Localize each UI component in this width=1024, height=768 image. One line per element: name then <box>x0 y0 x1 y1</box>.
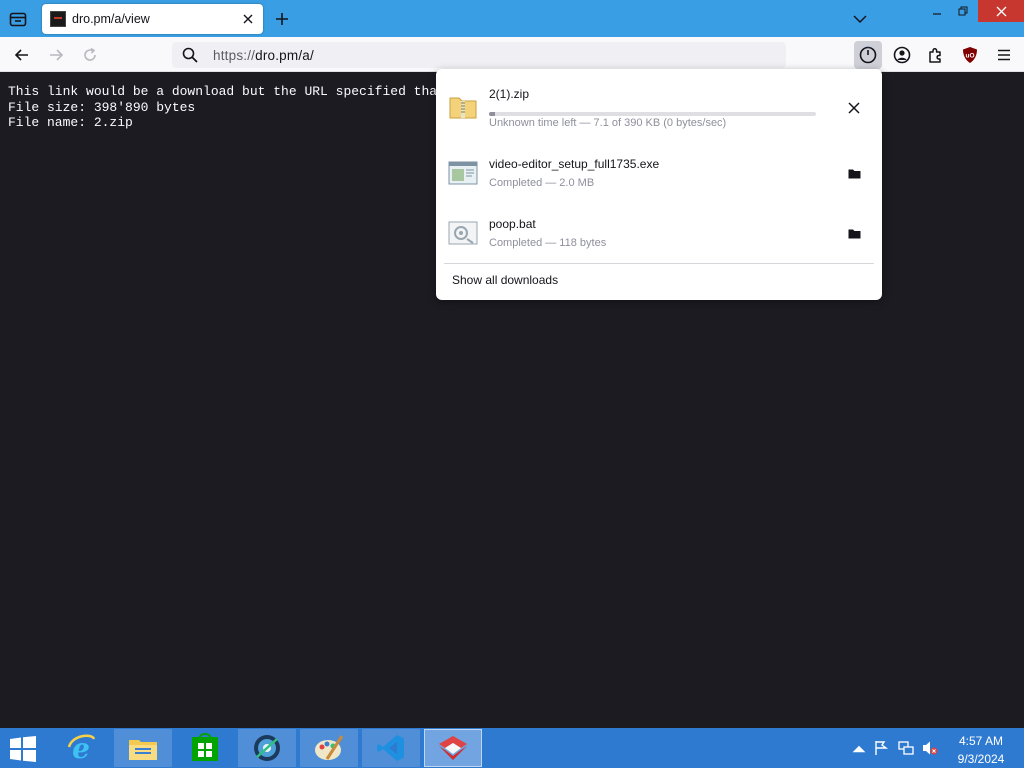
taskbar-firefox[interactable] <box>424 729 482 767</box>
vscode-icon <box>377 735 404 761</box>
show-in-folder-button[interactable] <box>843 222 865 244</box>
page-line: File name: 2.zip <box>8 115 133 130</box>
ublock-shield-icon: uO <box>963 47 977 63</box>
internet-explorer-icon: e <box>67 733 96 763</box>
zip-folder-icon <box>449 97 477 119</box>
window-close-button[interactable] <box>978 0 1024 22</box>
minimize-icon <box>933 13 941 15</box>
plus-icon <box>276 13 288 25</box>
tab-overflow-button[interactable] <box>850 10 870 28</box>
taskbar-media[interactable] <box>238 729 296 767</box>
site-favicon-icon <box>50 11 66 27</box>
taskbar-store[interactable] <box>176 729 234 767</box>
clock-time: 4:57 AM <box>958 734 1004 748</box>
windows-logo-icon <box>10 736 36 762</box>
url-scheme: https:// <box>213 48 256 63</box>
taskbar-file-explorer[interactable] <box>114 729 172 767</box>
back-button[interactable] <box>8 41 36 69</box>
account-button[interactable] <box>888 41 916 69</box>
page-line: This link would be a download but the UR… <box>8 84 477 99</box>
file-explorer-icon <box>129 740 157 760</box>
svg-text:uO: uO <box>965 53 974 60</box>
download-filename: 2(1).zip <box>489 87 530 101</box>
volume-muted-icon[interactable] <box>922 740 938 756</box>
reload-button[interactable] <box>76 41 104 69</box>
list-all-tabs-button[interactable] <box>4 5 32 33</box>
download-progress-fill <box>489 112 495 116</box>
firefox-icon <box>439 736 467 760</box>
clock-date: 9/3/2024 <box>957 752 1005 766</box>
show-all-downloads-link[interactable]: Show all downloads <box>452 273 558 287</box>
folder-icon <box>848 169 860 178</box>
taskbar: e 4:57 AM 9/3/2024 <box>0 728 1024 768</box>
url-text[interactable]: https://dro.pm/a/ <box>213 48 314 63</box>
app-menu-button[interactable] <box>990 41 1018 69</box>
tab-title: dro.pm/a/view <box>72 12 150 26</box>
download-filename: video-editor_setup_full1735.exe <box>489 157 660 171</box>
download-item[interactable]: 2(1).zip Unknown time left — 7.1 of 390 … <box>436 77 882 137</box>
account-icon <box>893 46 911 64</box>
downloads-button[interactable] <box>854 41 882 69</box>
restore-icon <box>958 6 968 16</box>
tab-strip: dro.pm/a/view <box>0 0 1024 37</box>
show-hidden-icons-icon[interactable] <box>850 741 868 757</box>
forward-button[interactable] <box>42 41 70 69</box>
download-status: Completed — 118 bytes <box>489 237 607 249</box>
downloads-panel: 2(1).zip Unknown time left — 7.1 of 390 … <box>436 69 882 300</box>
address-bar[interactable]: https://dro.pm/a/ <box>172 42 786 68</box>
cancel-icon <box>848 102 860 114</box>
close-icon <box>996 6 1006 16</box>
navigation-toolbar: https://dro.pm/a/ uO <box>0 37 1024 72</box>
cancel-download-button[interactable] <box>843 97 865 119</box>
taskbar-vscode[interactable] <box>362 729 420 767</box>
network-icon[interactable] <box>898 740 914 756</box>
puzzle-piece-icon <box>929 47 941 63</box>
bat-file-icon <box>448 221 478 245</box>
taskbar-internet-explorer[interactable]: e <box>52 729 110 767</box>
download-item[interactable]: poop.bat Completed — 118 bytes <box>436 205 882 265</box>
start-button[interactable] <box>8 736 38 762</box>
minimize-button[interactable] <box>925 0 949 22</box>
action-center-flag-icon[interactable] <box>874 740 890 756</box>
download-progress-bar <box>489 112 816 116</box>
download-status: Completed — 2.0 MB <box>489 177 595 189</box>
page-line: File size: 398'890 bytes <box>8 99 196 115</box>
download-item[interactable]: video-editor_setup_full1735.exe Complete… <box>436 145 882 205</box>
download-filename: poop.bat <box>489 217 536 231</box>
tab-list-icon <box>9 12 27 27</box>
hamburger-menu-icon <box>998 49 1010 61</box>
divider <box>444 263 874 264</box>
close-tab-button[interactable] <box>239 10 257 28</box>
restore-button[interactable] <box>951 0 975 22</box>
url-host-path: dro.pm/a/ <box>255 48 314 63</box>
ublock-origin-button[interactable]: uO <box>956 41 984 69</box>
search-icon <box>182 47 198 63</box>
page-text: This link would be a download but the UR… <box>8 84 476 131</box>
show-in-folder-button[interactable] <box>843 162 865 184</box>
download-progress-icon <box>859 46 877 64</box>
media-icon <box>254 735 280 761</box>
store-icon <box>192 733 218 761</box>
browser-tab[interactable]: dro.pm/a/view <box>42 4 263 34</box>
download-status: Unknown time left — 7.1 of 390 KB (0 byt… <box>489 117 727 129</box>
paint-icon <box>315 735 344 760</box>
new-tab-button[interactable] <box>272 9 292 29</box>
folder-icon <box>848 229 860 238</box>
taskbar-paint[interactable] <box>300 729 358 767</box>
arrow-right-icon <box>50 49 64 61</box>
close-icon <box>243 14 253 24</box>
arrow-left-icon <box>14 49 28 61</box>
chevron-down-icon <box>853 15 867 24</box>
reload-icon <box>84 47 96 61</box>
exe-file-icon <box>448 161 478 185</box>
extensions-button[interactable] <box>922 41 950 69</box>
